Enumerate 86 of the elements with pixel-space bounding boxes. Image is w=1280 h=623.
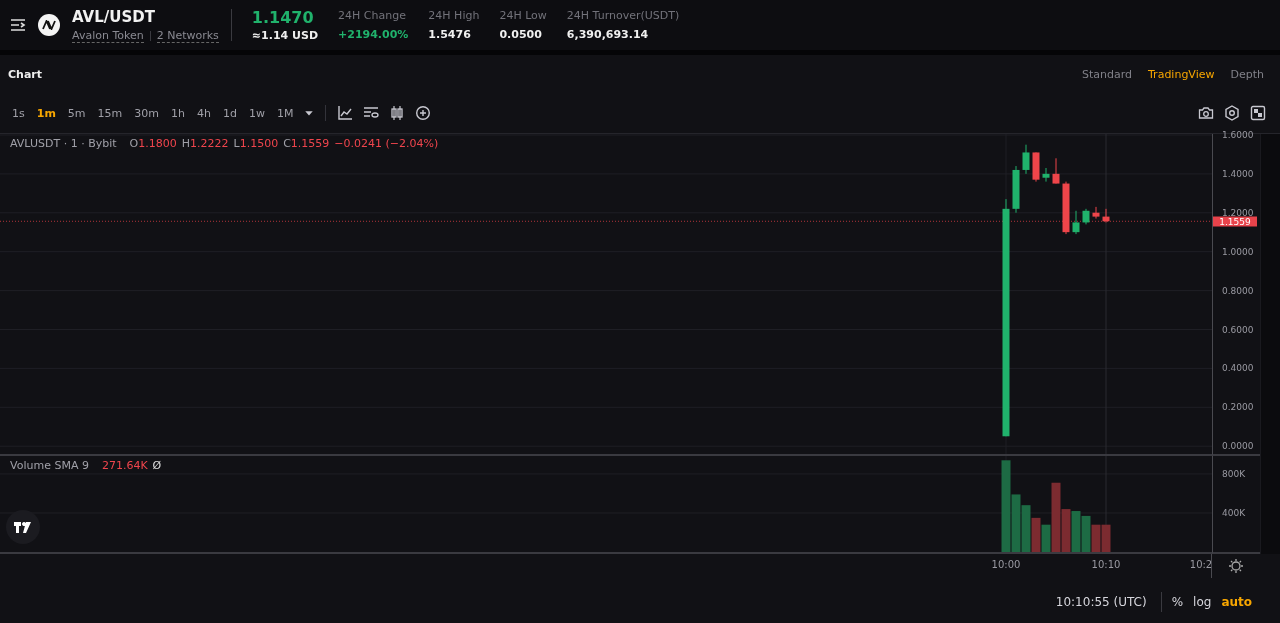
- stat-value: 1.5476: [428, 28, 472, 41]
- utc-time: 10:10:55 (UTC): [1055, 595, 1147, 609]
- time-tick: 10:2: [1189, 559, 1213, 570]
- token-name[interactable]: Avalon Token: [72, 28, 144, 43]
- indicators-icon[interactable]: [363, 105, 380, 121]
- candle: [1032, 151, 1040, 183]
- interval-tab[interactable]: 1h: [165, 106, 191, 120]
- panel-title: Chart: [8, 67, 42, 81]
- stat-label: 24H Low: [499, 9, 547, 22]
- price-tick: 1.0000: [1222, 247, 1254, 257]
- networks-link[interactable]: 2 Networks: [156, 28, 219, 43]
- plus-circle-icon[interactable]: [415, 105, 432, 121]
- stat-label: 24H Turnover(USDT): [566, 9, 680, 22]
- volume-value: 271.64K: [101, 459, 148, 472]
- menu-icon[interactable]: [10, 18, 26, 32]
- volume-tick: 400K: [1222, 508, 1246, 518]
- price-tick: 1.4000: [1222, 169, 1254, 179]
- view-tab[interactable]: Standard: [1081, 67, 1132, 81]
- ohlc-value: 1.1559: [290, 137, 330, 150]
- interval-tab[interactable]: 1w: [242, 106, 271, 120]
- ohlc-label: O: [129, 137, 139, 150]
- time-tick: 10:10: [1091, 559, 1121, 570]
- scale-option[interactable]: log: [1193, 595, 1212, 609]
- candle: [1052, 157, 1060, 185]
- view-tab[interactable]: TradingView: [1148, 67, 1215, 81]
- ohlc-value: 1.1500: [239, 137, 279, 150]
- pair-name: AVL/USDT: [72, 7, 156, 26]
- stat-label: 24H High: [428, 9, 480, 22]
- camera-icon[interactable]: [1198, 105, 1214, 121]
- price-tick: 0.8000: [1222, 286, 1254, 296]
- volume-bar: [1071, 511, 1081, 552]
- ohlc-label: C: [283, 137, 291, 150]
- price-tick: 0.6000: [1222, 325, 1254, 334]
- interval-tab[interactable]: 1M: [270, 106, 300, 120]
- stat-label: 24H Change: [338, 9, 407, 22]
- settings-icon[interactable]: [1228, 558, 1245, 574]
- stat-value: 0.0500: [499, 28, 543, 41]
- volume-bar: [1031, 517, 1041, 552]
- volume-bar: [1091, 524, 1101, 552]
- interval-tab[interactable]: 4h: [191, 106, 217, 120]
- candle: [1082, 208, 1090, 225]
- ohlc-value: 1.2222: [190, 137, 229, 150]
- last-price: 1.1470: [251, 8, 315, 27]
- interval-tab[interactable]: 30m: [128, 106, 165, 120]
- interval-tab[interactable]: 15m: [91, 106, 129, 120]
- volume-title: Volume SMA 9: [10, 459, 89, 472]
- line-chart-icon[interactable]: [337, 105, 354, 121]
- price-tick: 1.6000: [1222, 130, 1254, 140]
- candles-icon[interactable]: [389, 105, 406, 121]
- view-tab[interactable]: Depth: [1230, 67, 1264, 81]
- volume-bar: [1081, 515, 1091, 552]
- fullscreen-icon[interactable]: [1250, 105, 1266, 121]
- ohlc-label: H: [181, 137, 190, 150]
- token-logo: [38, 14, 60, 36]
- price-tick: 0.4000: [1222, 363, 1254, 373]
- candle: [1062, 181, 1070, 235]
- time-tick: 10:00: [991, 559, 1021, 570]
- interval-tab[interactable]: 5m: [61, 106, 92, 120]
- price-tick: 0.0000: [1222, 441, 1254, 451]
- interval-tab[interactable]: 1m: [30, 106, 62, 120]
- stat-value: +2194.00%: [338, 28, 409, 41]
- ohlc-value: 1.1800: [138, 137, 177, 150]
- settings-icon[interactable]: [1224, 105, 1240, 121]
- scale-option[interactable]: auto: [1221, 595, 1252, 609]
- volume-tick: 800K: [1222, 469, 1246, 479]
- candle: [1072, 210, 1080, 235]
- volume-bar: [1021, 505, 1031, 552]
- stat-value: 6,390,693.14: [566, 28, 650, 41]
- price-tick: 0.2000: [1222, 402, 1254, 412]
- interval-tab[interactable]: 1s: [6, 106, 31, 120]
- volume-bar: [1101, 524, 1111, 552]
- price-change: −0.0241 (−2.04%): [334, 137, 439, 150]
- volume-extra: Ø: [152, 459, 162, 472]
- tradingview-logo[interactable]: [6, 510, 40, 544]
- symbol-label: AVLUSDT · 1 · Bybit: [10, 137, 117, 150]
- candle: [1042, 167, 1050, 183]
- price-tick: 1.2000: [1222, 208, 1254, 218]
- scale-option[interactable]: %: [1171, 595, 1184, 609]
- candle: [1022, 144, 1030, 175]
- last-price-tag: 1.1559: [1213, 216, 1257, 227]
- candle: [1102, 208, 1110, 223]
- usd-price: ≈1.14 USD: [251, 29, 318, 42]
- candle: [1012, 165, 1020, 214]
- interval-tab[interactable]: 1d: [217, 106, 243, 120]
- ohlc-label: L: [233, 137, 240, 150]
- candle: [1092, 206, 1100, 220]
